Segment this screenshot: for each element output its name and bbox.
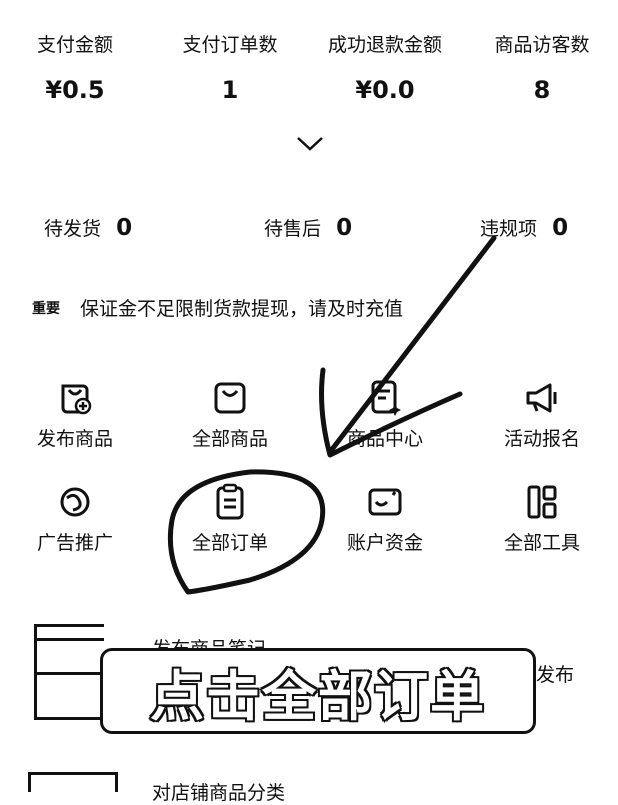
instruction-banner-text: 点击全部订单 bbox=[149, 663, 486, 729]
instruction-banner: 点击全部订单 bbox=[100, 648, 536, 734]
annotation-arrow bbox=[319, 235, 497, 458]
annotation-circle bbox=[167, 469, 326, 595]
